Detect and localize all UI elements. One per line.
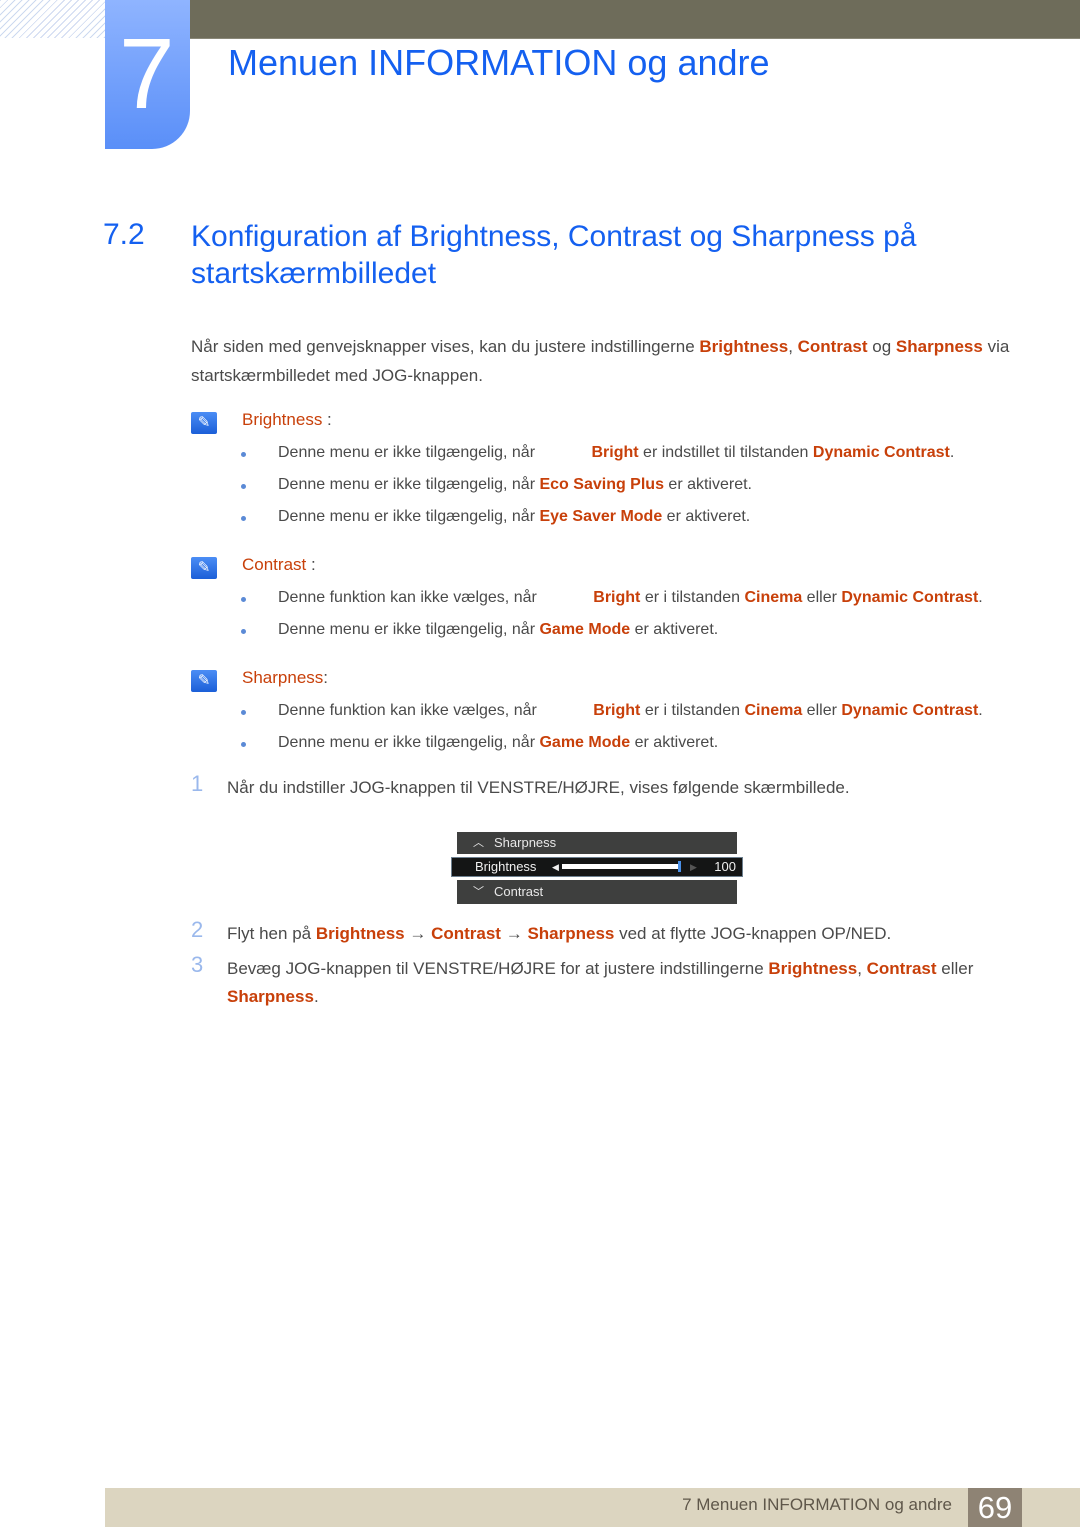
note-pencil-icon: ✎ (191, 670, 217, 692)
highlight: Brightness (768, 959, 858, 978)
text: Denne menu er ikke tilgængelig, når (278, 444, 540, 461)
highlight: Sharpness (527, 924, 615, 943)
text: er i tilstanden (640, 589, 745, 606)
osd-item-sharpness[interactable]: ︿ Sharpness (457, 832, 737, 854)
note-pencil-icon: ✎ (191, 412, 217, 434)
highlight: Eco Saving Plus (539, 476, 664, 493)
text: Bevæg JOG-knappen til VENSTRE/HØJRE for … (227, 959, 769, 978)
osd-label: Contrast (494, 884, 544, 899)
text: og (867, 337, 896, 356)
highlight: Eye Saver Mode (539, 508, 663, 525)
text: eller (802, 589, 842, 606)
osd-label: Sharpness (494, 835, 557, 850)
slider-handle[interactable] (678, 861, 681, 872)
text: er aktiveret. (662, 508, 751, 525)
highlight: Sharpness (895, 337, 983, 356)
highlight: Game Mode (539, 734, 631, 751)
arrow: → (404, 924, 432, 943)
highlight: Bright (593, 702, 641, 719)
text: . (313, 987, 319, 1006)
intro-paragraph: Når siden med genvejsknapper vises, kan … (191, 332, 1031, 390)
text: er i tilstanden (640, 702, 745, 719)
chapter-number: 7 (119, 18, 175, 130)
text: er aktiveret. (630, 734, 719, 751)
page-footer: 7 Menuen INFORMATION og andre (105, 1488, 1080, 1527)
text: Denne funktion kan ikke vælges, når (278, 702, 542, 719)
text: eller (936, 959, 974, 978)
highlight: Cinema (744, 589, 803, 606)
bullet-dot (241, 516, 246, 521)
highlight: Contrast (431, 924, 501, 943)
brightness-slider[interactable] (562, 864, 680, 869)
bullet-dot (241, 742, 246, 747)
text: : (322, 410, 332, 429)
text: Denne menu er ikke tilgængelig, når (278, 476, 540, 493)
chapter-badge: 7 (105, 0, 190, 149)
text: Denne menu er ikke tilgængelig, når (278, 621, 540, 638)
chapter-title: Menuen INFORMATION og andre (228, 42, 770, 83)
highlight: Game Mode (539, 621, 631, 638)
highlight: Sharpness (227, 987, 314, 1006)
osd-label: Brightness (475, 859, 537, 874)
text: , (788, 337, 798, 356)
note-label: Contrast (242, 555, 307, 574)
highlight: Brightness (315, 924, 405, 943)
arrow: → (500, 924, 528, 943)
highlight: Cinema (744, 702, 803, 719)
bullet-dot (241, 484, 246, 489)
highlight: Dynamic Contrast (812, 444, 950, 461)
text: er aktiveret. (663, 476, 752, 493)
bullet-dot (241, 597, 246, 602)
bullet-dot (241, 629, 246, 634)
step-text: Når du indstiller JOG-knappen til VENSTR… (227, 778, 850, 797)
osd-value: 100 (714, 859, 736, 874)
text: : (306, 555, 316, 574)
highlight: Dynamic Contrast (841, 702, 979, 719)
note-label: Brightness (242, 410, 323, 429)
text: . (978, 702, 983, 719)
text: , (857, 959, 867, 978)
text: Denne menu er ikke tilgængelig, når (278, 734, 540, 751)
highlight: Contrast (866, 959, 937, 978)
text: Denne funktion kan ikke vælges, når (278, 589, 542, 606)
chevron-down-icon: ﹀ (473, 886, 484, 898)
chevron-up-icon: ︿ (473, 837, 484, 849)
bullet-dot (241, 452, 246, 457)
step-number: 1 (191, 771, 204, 796)
arrow-right-icon[interactable]: ▶ (690, 858, 697, 876)
section-number: 7.2 (103, 218, 145, 251)
bullet-dot (241, 710, 246, 715)
text: . (978, 589, 983, 606)
step-number: 3 (191, 952, 204, 977)
osd-item-brightness[interactable]: Brightness ◀ ▶ 100 (451, 857, 743, 877)
arrow-left-icon[interactable]: ◀ (552, 858, 559, 876)
footer-chapter-title: 7 Menuen INFORMATION og andre (682, 1495, 952, 1514)
osd-menu: ︿ Sharpness Brightness ◀ ▶ 100 ﹀ Contrast (451, 832, 743, 904)
note-label: Sharpness (242, 668, 324, 687)
highlight: Brightness (699, 337, 789, 356)
text: : (323, 668, 329, 687)
text: Denne menu er ikke tilgængelig, når (278, 508, 540, 525)
text: Når siden med genvejsknapper vises, kan … (191, 337, 700, 356)
highlight: Dynamic Contrast (841, 589, 979, 606)
step-number: 2 (191, 917, 204, 942)
section-title: Konfiguration af Brightness, Contrast og… (191, 220, 917, 290)
osd-item-contrast[interactable]: ﹀ Contrast (457, 880, 737, 904)
text: er indstillet til tilstanden (638, 444, 813, 461)
header-hatch (0, 0, 105, 38)
text: . (949, 444, 955, 461)
header-bar (190, 0, 1080, 39)
highlight: Bright (591, 444, 639, 461)
highlight: Bright (593, 589, 641, 606)
note-pencil-icon: ✎ (191, 557, 217, 579)
text: er aktiveret. (630, 621, 719, 638)
text: ved at flytte JOG-knappen OP/NED. (614, 924, 892, 943)
page-number: 69 (968, 1488, 1022, 1527)
text: Flyt hen på (227, 924, 316, 943)
highlight: Contrast (797, 337, 868, 356)
text: eller (802, 702, 842, 719)
